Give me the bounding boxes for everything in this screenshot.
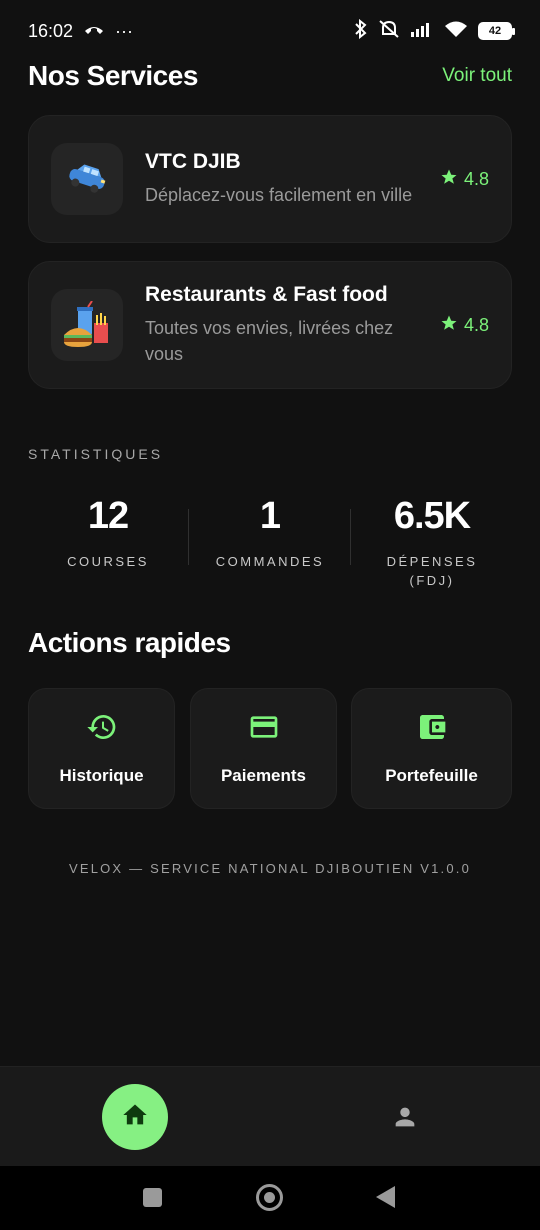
- stat-depenses: 6.5K DÉPENSES (FDJ): [352, 495, 512, 590]
- stat-divider: [350, 509, 351, 565]
- service-card-vtc[interactable]: VTC DJIB Déplacez-vous facilement en vil…: [28, 115, 512, 243]
- back-button[interactable]: [376, 1186, 395, 1208]
- stat-value: 12: [87, 495, 129, 537]
- stats-label: STATISTIQUES: [28, 446, 164, 462]
- stat-value: 1: [259, 495, 281, 537]
- service-body: VTC DJIB Déplacez-vous facilement en vil…: [145, 150, 432, 208]
- action-label: Historique: [59, 766, 144, 785]
- person-icon: [391, 1103, 419, 1136]
- mute-icon: [378, 19, 400, 44]
- history-icon: [86, 711, 118, 748]
- status-time: 16:02: [28, 20, 74, 41]
- fast-food-icon: [51, 289, 123, 361]
- car-icon: [51, 143, 123, 215]
- rating-value: 4.8: [463, 314, 489, 335]
- action-payments[interactable]: Paiements: [190, 688, 337, 809]
- credit-card-icon: [248, 711, 280, 748]
- star-icon: [440, 168, 458, 191]
- stat-value: 6.5K: [393, 495, 471, 537]
- stat-label-unit: (FDJ): [409, 573, 455, 588]
- stat-commandes: 1 COMMANDES: [190, 495, 350, 571]
- recent-apps-button[interactable]: [143, 1188, 162, 1207]
- stat-label: DÉPENSES (FDJ): [352, 552, 512, 590]
- action-label: Paiements: [220, 766, 307, 785]
- see-all-link[interactable]: Voir tout: [442, 65, 512, 87]
- status-right: 42: [354, 18, 515, 44]
- action-history[interactable]: Historique: [28, 688, 175, 809]
- home-icon: [121, 1101, 149, 1134]
- stat-divider: [188, 509, 189, 565]
- wallet-icon: [416, 711, 448, 748]
- service-name: VTC DJIB: [145, 150, 241, 173]
- service-description: Toutes vos envies, livrées chez vous: [145, 318, 394, 364]
- status-left: 16:02 ···: [28, 21, 133, 42]
- service-rating: 4.8: [440, 314, 489, 337]
- bottom-nav: [0, 1066, 540, 1166]
- service-card-restaurants[interactable]: Restaurants & Fast food Toutes vos envie…: [28, 261, 512, 389]
- stat-courses: 12 COURSES: [28, 495, 188, 571]
- action-wallet[interactable]: Portefeuille: [351, 688, 512, 809]
- nav-home-button[interactable]: [102, 1084, 168, 1150]
- quick-actions-title: Actions rapides: [28, 627, 231, 658]
- wifi-icon: [444, 20, 468, 43]
- system-nav-bar: [0, 1166, 540, 1230]
- rating-value: 4.8: [463, 168, 489, 189]
- battery-icon: 42: [478, 22, 515, 40]
- star-icon: [440, 314, 458, 337]
- stat-label: COURSES: [67, 554, 149, 569]
- nav-profile-button[interactable]: [390, 1104, 420, 1134]
- status-dots: ···: [115, 20, 134, 41]
- service-rating: 4.8: [440, 168, 489, 191]
- bluetooth-icon: [354, 18, 368, 44]
- service-body: Restaurants & Fast food Toutes vos envie…: [145, 283, 432, 367]
- version-footer: VELOX — SERVICE NATIONAL DJIBOUTIEN V1.0…: [68, 861, 472, 876]
- stats-row: 12 COURSES 1 COMMANDES 6.5K DÉPENSES (FD…: [28, 495, 512, 595]
- system-home-button[interactable]: [256, 1184, 283, 1211]
- service-description: Déplacez-vous facilement en ville: [145, 185, 413, 205]
- signal-icon: [410, 20, 434, 43]
- services-title: Nos Services: [28, 60, 198, 91]
- missed-call-icon: [83, 21, 105, 42]
- services-header: Nos Services Voir tout: [28, 58, 512, 94]
- stat-label-main: DÉPENSES: [386, 554, 478, 569]
- service-name: Restaurants & Fast food: [145, 283, 388, 306]
- action-label: Portefeuille: [385, 766, 478, 785]
- stat-label: COMMANDES: [215, 554, 325, 569]
- status-bar: 16:02 ··· 42: [0, 0, 540, 62]
